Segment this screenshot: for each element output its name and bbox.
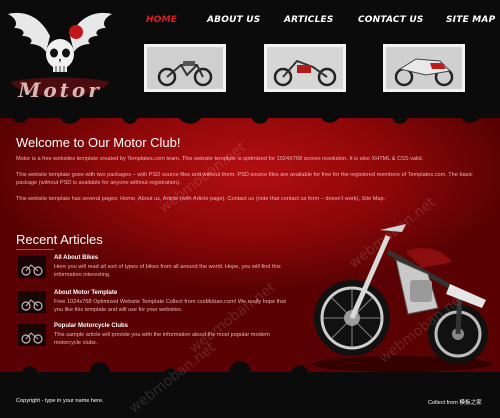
- nav-site-map[interactable]: SITE MAP: [446, 15, 495, 25]
- photo-thumb-2[interactable]: [264, 44, 346, 92]
- article-thumb-icon: [18, 291, 46, 313]
- article-title-link[interactable]: Popular Motorcycle Clubs: [54, 323, 128, 329]
- article-title-link[interactable]: All About Bikes: [54, 255, 98, 261]
- nav-contact-us[interactable]: CONTACT US: [358, 15, 424, 25]
- article-summary: Free 1024x768 Optimized Website Template…: [54, 299, 286, 313]
- photo-thumb-1[interactable]: [144, 44, 226, 92]
- footer-collect-link[interactable]: Collect from 模板之家: [428, 398, 482, 406]
- chopper-photo-icon: [267, 47, 343, 89]
- welcome-paragraph: This website template has several pages:…: [16, 196, 386, 202]
- chopper-motorcycle-illustration: [312, 224, 492, 372]
- article-summary: Here you will read all sort of types of …: [54, 264, 281, 278]
- nav-home[interactable]: HOME: [146, 15, 177, 25]
- motorcycle-photo-icon: [147, 47, 223, 89]
- nav-about-us[interactable]: ABOUT US: [207, 15, 260, 25]
- nav-articles[interactable]: ARTICLES: [284, 15, 334, 25]
- article-title-link[interactable]: About Motor Template: [54, 290, 117, 296]
- article-summary: This sample article will provide you wit…: [54, 332, 270, 346]
- page: Motor HOME ABOUT US ARTICLES CONTACT US …: [0, 0, 500, 418]
- photo-thumb-3[interactable]: [383, 44, 465, 92]
- logo-text: Motor: [18, 78, 102, 102]
- footer-band: [0, 360, 500, 418]
- recent-articles-title: Recent Articles: [16, 232, 103, 247]
- welcome-paragraph: This website template goes with two pack…: [16, 172, 473, 186]
- article-thumb-icon: [18, 324, 46, 346]
- welcome-title: Welcome to Our Motor Club!: [16, 135, 181, 150]
- logo[interactable]: Motor: [4, 6, 116, 110]
- main-nav: HOME ABOUT US ARTICLES CONTACT US SITE M…: [140, 15, 500, 31]
- welcome-paragraph: Motor is a free websites template create…: [16, 156, 424, 162]
- footer-copyright: Copyright - type in your name here.: [16, 398, 104, 404]
- article-thumb-icon: [18, 256, 46, 278]
- divider: [16, 249, 54, 250]
- sportbike-photo-icon: [386, 47, 462, 89]
